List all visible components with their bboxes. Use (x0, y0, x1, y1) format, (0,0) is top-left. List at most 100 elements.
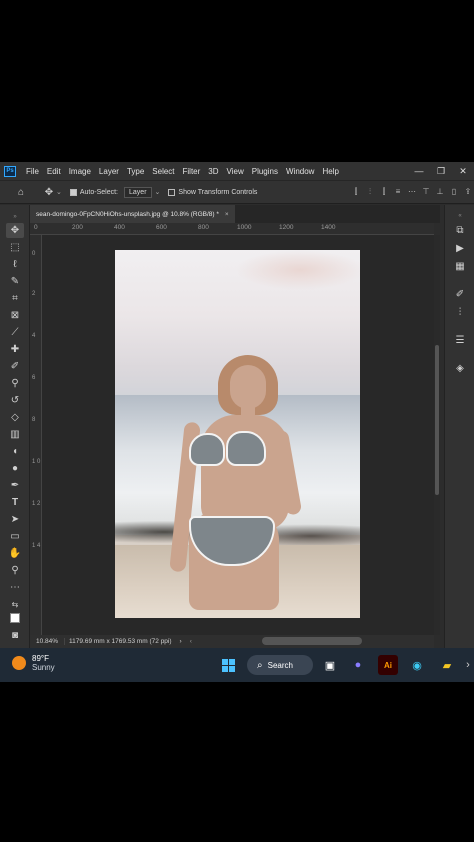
menu-layer[interactable]: Layer (95, 167, 123, 176)
menu-plugins[interactable]: Plugins (248, 167, 282, 176)
minimize-icon[interactable]: — (408, 166, 430, 176)
menu-bar: Ps File Edit Image Layer Type Select Fil… (0, 162, 474, 180)
rectangle-tool-icon[interactable]: ▭ (6, 529, 24, 544)
edge-icon[interactable]: ◉ (407, 655, 427, 675)
start-button[interactable] (218, 655, 238, 675)
auto-select-target-dropdown[interactable]: Layer (124, 186, 152, 198)
close-tab-icon[interactable]: × (225, 211, 229, 218)
scroll-left-icon[interactable]: ‹ (190, 638, 192, 645)
crop-tool-icon[interactable]: ⌗ (6, 291, 24, 306)
document-tab-bar: sean-domingo-0FpCN0HiOhs-unsplash.jpg @ … (30, 205, 440, 223)
brush-tool-icon[interactable]: ✐ (6, 359, 24, 374)
photoshop-logo-icon: Ps (4, 165, 16, 177)
align-top-icon[interactable]: ⊤ (420, 186, 432, 198)
ruler-label: 1200 (279, 224, 294, 231)
menu-help[interactable]: Help (318, 167, 342, 176)
zoom-tool-icon[interactable]: ⚲ (6, 563, 24, 578)
search-icon: ⌕ (257, 659, 263, 671)
maximize-icon[interactable]: ❐ (430, 166, 452, 177)
weather-widget[interactable]: 89°F Sunny (12, 654, 55, 672)
align-center-icon[interactable]: ⫶ (364, 186, 376, 198)
color-swatches-icon[interactable] (6, 610, 24, 625)
properties-panel-icon[interactable]: ☰ (453, 333, 467, 347)
dodge-tool-icon[interactable]: ● (6, 461, 24, 476)
vertical-scroll-thumb[interactable] (435, 345, 439, 495)
taskbar-search-button[interactable]: ⌕ Search (247, 655, 313, 675)
share-icon[interactable]: ⇪ (462, 186, 474, 198)
menu-window[interactable]: Window (282, 167, 318, 176)
ruler-label: 0 (34, 224, 38, 231)
status-arrow-icon[interactable]: › (180, 638, 182, 645)
close-icon[interactable]: ✕ (452, 166, 474, 177)
document-tab[interactable]: sean-domingo-0FpCN0HiOhs-unsplash.jpg @ … (30, 205, 235, 223)
menu-select[interactable]: Select (148, 167, 178, 176)
vertical-scrollbar[interactable] (434, 235, 440, 635)
align-right-icon[interactable]: ⫿ (378, 186, 390, 198)
blur-tool-icon[interactable]: ◖ (6, 444, 24, 459)
libraries-panel-icon[interactable]: ▦ (453, 259, 467, 273)
window-controls: — ❐ ✕ (408, 162, 474, 180)
menu-type[interactable]: Type (123, 167, 148, 176)
ruler-label: 4 (32, 333, 36, 339)
move-tool-icon[interactable]: ✥ (6, 223, 24, 238)
ruler-label: 1400 (321, 224, 336, 231)
teams-icon[interactable]: ● (348, 655, 368, 675)
menu-image[interactable]: Image (65, 167, 95, 176)
align-bottom-icon[interactable]: ⊥ (434, 186, 446, 198)
menu-view[interactable]: View (223, 167, 248, 176)
lasso-tool-icon[interactable]: ℓ (6, 257, 24, 272)
layers-panel-icon[interactable]: ◈ (453, 361, 467, 375)
eraser-tool-icon[interactable]: ◇ (6, 410, 24, 425)
distribute-icon[interactable]: ≡ (392, 186, 404, 198)
pen-tool-icon[interactable]: ✒ (6, 478, 24, 493)
brush-panel-icon[interactable]: ✐ (453, 287, 467, 301)
more-icon[interactable]: ⋯ (406, 186, 418, 198)
task-view-icon[interactable]: ▣ (320, 655, 340, 675)
edit-toolbar-icon[interactable]: ⋯ (6, 580, 24, 595)
menu-filter[interactable]: Filter (179, 167, 205, 176)
actions-panel-icon[interactable]: ▶ (453, 241, 467, 255)
history-panel-icon[interactable]: ⧉ (453, 223, 467, 237)
marquee-tool-icon[interactable]: ⬚ (6, 240, 24, 255)
zoom-level[interactable]: 10.84% (30, 638, 64, 645)
menu-3d[interactable]: 3D (204, 167, 222, 176)
quick-mask-icon[interactable]: ◙ (6, 628, 24, 643)
ruler-label: 2 (32, 291, 36, 297)
quick-select-tool-icon[interactable]: ✎ (6, 274, 24, 289)
type-tool-icon[interactable]: T (6, 495, 24, 510)
adjustments-panel-icon[interactable]: ⫶ (453, 305, 467, 319)
eyedropper-tool-icon[interactable]: ⟋ (6, 325, 24, 340)
chevron-down-icon[interactable]: ⌄ (155, 188, 161, 196)
auto-select-checkbox[interactable] (69, 188, 77, 196)
tools-panel: » ✥ ⬚ ℓ ✎ ⌗ ⊠ ⟋ ✚ ✐ ⚲ ↺ ◇ ▥ ◖ ● ✒ T ➤ ▭ … (0, 205, 30, 648)
overflow-icon[interactable]: › (462, 655, 474, 675)
canvas-area[interactable] (42, 235, 434, 635)
frame-tool-icon[interactable]: ⊠ (6, 308, 24, 323)
home-icon[interactable]: ⌂ (14, 185, 28, 199)
collapse-icon[interactable]: » (6, 209, 24, 224)
history-brush-tool-icon[interactable]: ↺ (6, 393, 24, 408)
panel-icon[interactable]: ▯ (448, 186, 460, 198)
path-selection-tool-icon[interactable]: ➤ (6, 512, 24, 527)
horizontal-scroll-thumb[interactable] (262, 637, 362, 645)
collapse-icon[interactable]: « (453, 209, 467, 223)
chevron-down-icon[interactable]: ⌄ (56, 188, 62, 196)
hand-tool-icon[interactable]: ✋ (6, 546, 24, 561)
menu-file[interactable]: File (22, 167, 43, 176)
sky-glow (235, 250, 360, 290)
clone-stamp-tool-icon[interactable]: ⚲ (6, 376, 24, 391)
bikini-top-left (189, 433, 225, 466)
document-image[interactable] (115, 250, 360, 618)
bikini-top-right (226, 431, 266, 466)
align-left-icon[interactable]: ⫿ (350, 186, 362, 198)
gradient-tool-icon[interactable]: ▥ (6, 427, 24, 442)
illustrator-icon[interactable]: Ai (378, 655, 398, 675)
sun-icon (12, 656, 26, 670)
menu-edit[interactable]: Edit (43, 167, 65, 176)
show-transform-checkbox[interactable] (168, 188, 176, 196)
ruler-label: 1 2 (32, 501, 41, 507)
healing-brush-tool-icon[interactable]: ✚ (6, 342, 24, 357)
file-explorer-icon[interactable]: ▰ (437, 655, 457, 675)
vertical-ruler: 0 2 4 6 8 1 0 1 2 1 4 (30, 235, 42, 635)
move-icon[interactable]: ✥ (42, 185, 56, 199)
